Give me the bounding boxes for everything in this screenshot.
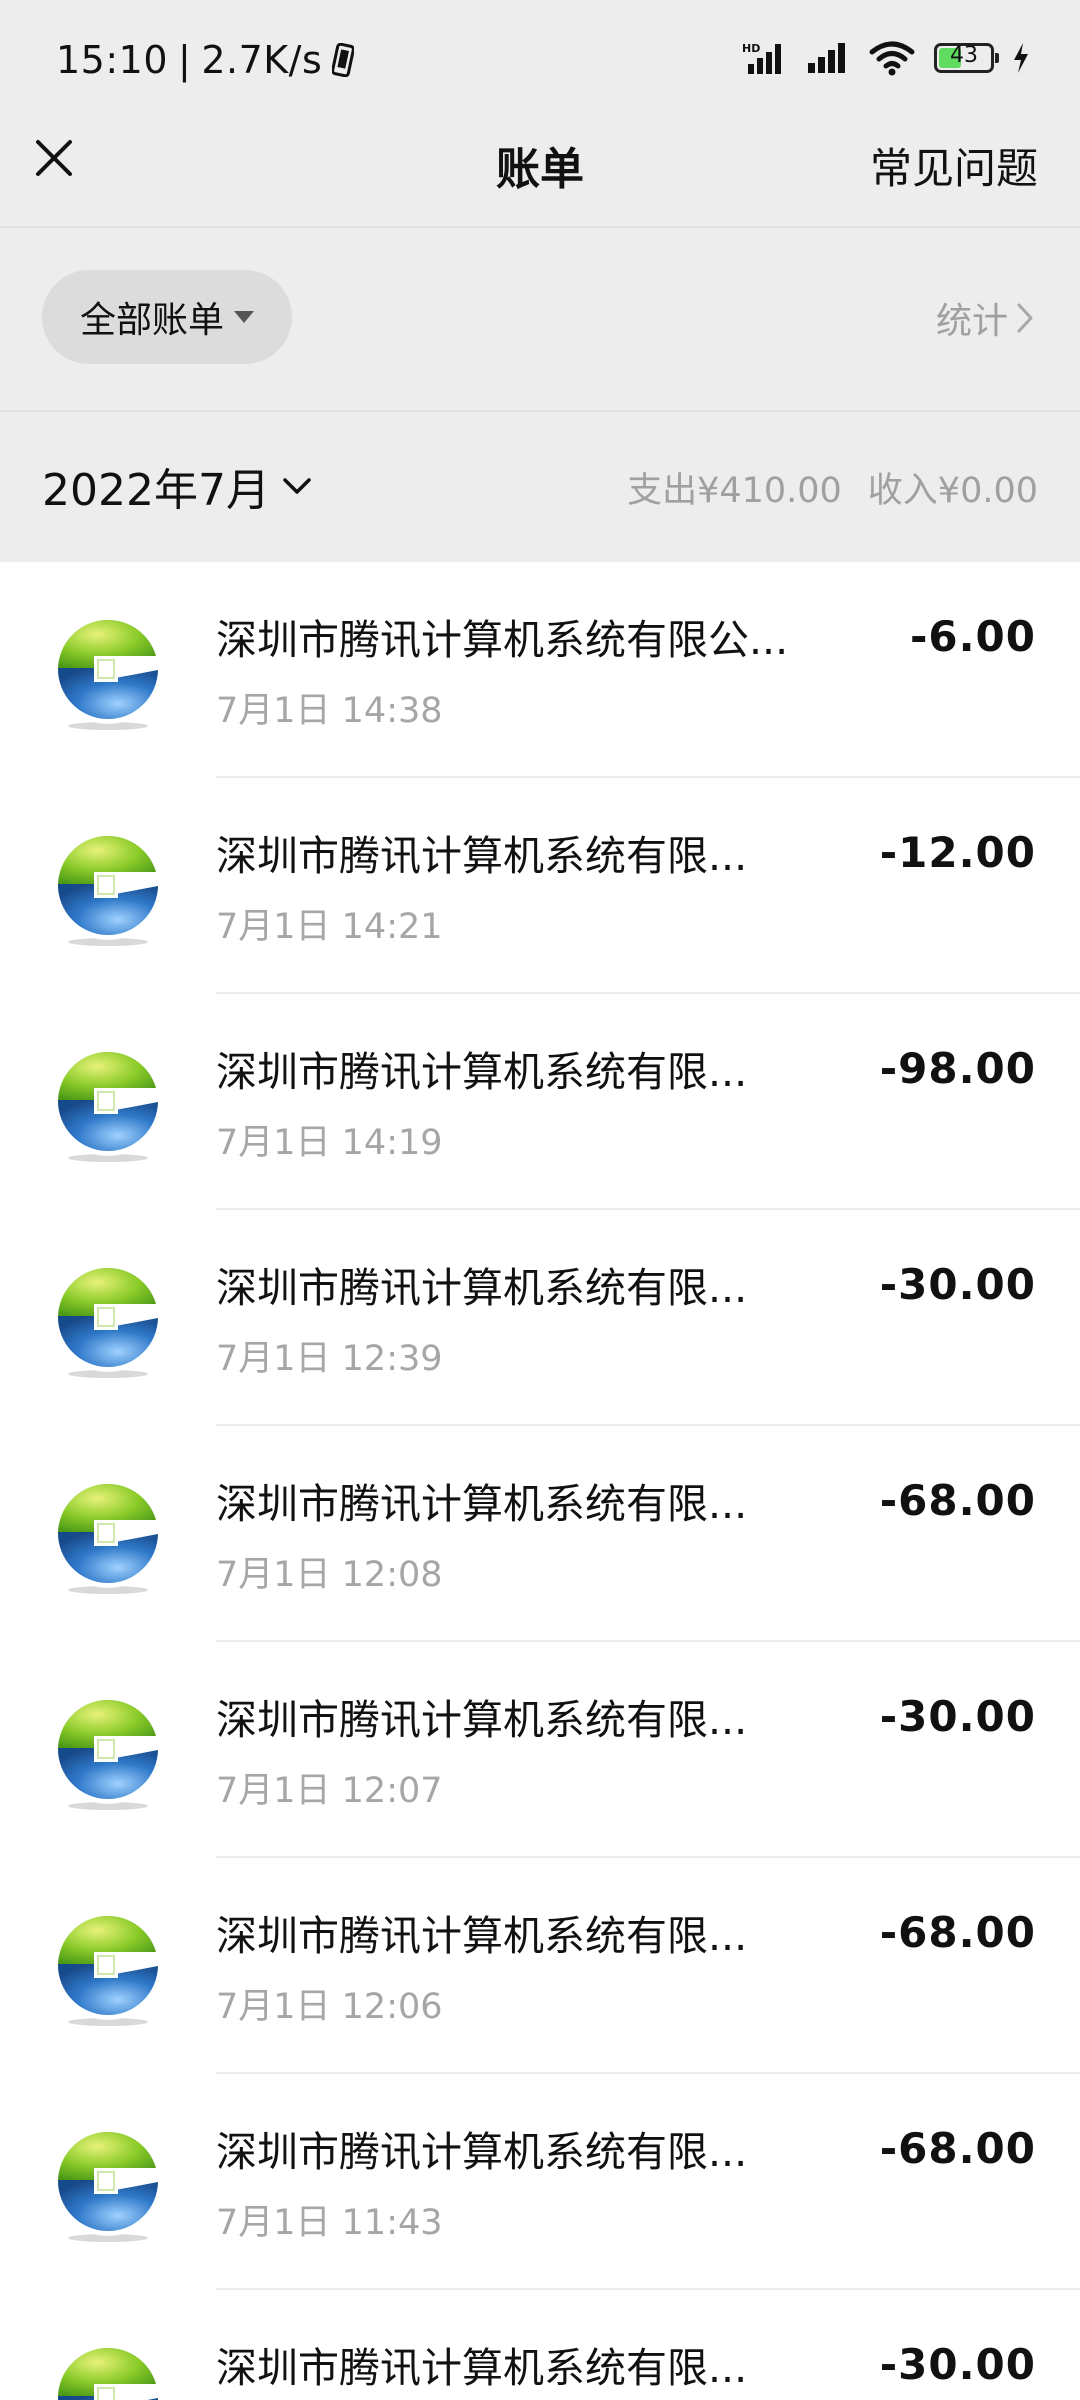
caret-down-icon bbox=[234, 311, 254, 323]
tenpay-logo-icon bbox=[52, 1476, 164, 1594]
wifi-icon bbox=[869, 41, 915, 76]
transaction-time: 7月1日 14:19 bbox=[216, 1123, 443, 1163]
transaction-merchant: 深圳市腾讯计算机系统有限... bbox=[216, 2344, 748, 2392]
status-left: 15:10 | 2.7K/s bbox=[56, 38, 355, 82]
cell-signal-icon bbox=[808, 43, 845, 73]
faq-link[interactable]: 常见问题 bbox=[870, 135, 1038, 196]
transaction-merchant: 深圳市腾讯计算机系统有限... bbox=[216, 1696, 748, 1744]
transaction-item[interactable]: 深圳市腾讯计算机系统有限... 7月1日 14:21 -12.00 bbox=[0, 778, 1080, 994]
tenpay-logo-icon bbox=[52, 2124, 164, 2242]
transaction-item[interactable]: 深圳市腾讯计算机系统有限公... 7月1日 14:38 -6.00 bbox=[0, 562, 1080, 778]
battery-level: 43 bbox=[950, 43, 978, 68]
transaction-merchant: 深圳市腾讯计算机系统有限... bbox=[216, 1480, 748, 1528]
tenpay-logo-icon bbox=[52, 2340, 164, 2400]
month-label: 2022年7月 bbox=[42, 465, 270, 516]
transaction-merchant: 深圳市腾讯计算机系统有限公... bbox=[216, 616, 789, 664]
transaction-time: 7月1日 12:08 bbox=[216, 1555, 443, 1595]
transaction-item[interactable]: 深圳市腾讯计算机系统有限... 7月1日 12:08 -68.00 bbox=[0, 1426, 1080, 1642]
network-speed: 2.7K/s bbox=[201, 38, 323, 82]
tenpay-logo-icon bbox=[52, 1044, 164, 1162]
transaction-amount: -68.00 bbox=[879, 2124, 1036, 2173]
status-time: 15:10 bbox=[56, 38, 169, 82]
transaction-time: 7月1日 14:38 bbox=[216, 691, 443, 731]
transaction-time: 7月1日 12:39 bbox=[216, 1339, 443, 1379]
tenpay-logo-icon bbox=[52, 1692, 164, 1810]
transaction-item[interactable]: 深圳市腾讯计算机系统有限... 7月1日 11:43 -68.00 bbox=[0, 2074, 1080, 2290]
bill-filter-dropdown[interactable]: 全部账单 bbox=[42, 270, 292, 364]
transaction-list: 深圳市腾讯计算机系统有限公... 7月1日 14:38 -6.00 深圳市腾讯计… bbox=[0, 562, 1080, 2400]
transaction-time: 7月1日 12:06 bbox=[216, 1987, 443, 2027]
bill-filter-label: 全部账单 bbox=[79, 300, 224, 341]
transaction-merchant: 深圳市腾讯计算机系统有限... bbox=[216, 2128, 748, 2176]
battery-icon: 43 bbox=[934, 43, 999, 73]
transaction-item[interactable]: 深圳市腾讯计算机系统有限... 7月1日 12:39 -30.00 bbox=[0, 1210, 1080, 1426]
tenpay-logo-icon bbox=[52, 1908, 164, 2026]
transaction-merchant: 深圳市腾讯计算机系统有限... bbox=[216, 1264, 748, 1312]
transaction-time: 7月1日 12:07 bbox=[216, 1771, 443, 1811]
chevron-right-icon bbox=[1017, 303, 1033, 333]
stats-link[interactable]: 统计 bbox=[936, 292, 1034, 344]
stats-label: 统计 bbox=[935, 301, 1008, 342]
transaction-item[interactable]: 深圳市腾讯计算机系统有限... 7月1日 12:07 -30.00 bbox=[0, 1642, 1080, 1858]
transaction-amount: -30.00 bbox=[879, 1260, 1036, 1309]
income-total: 收入¥0.00 bbox=[867, 471, 1038, 511]
transaction-amount: -98.00 bbox=[879, 1044, 1036, 1093]
transaction-amount: -30.00 bbox=[879, 1692, 1036, 1741]
bill-page: 15:10 | 2.7K/s HD 43 账单 常见问题 全部账单 统计 202… bbox=[0, 0, 1080, 2400]
tenpay-logo-icon bbox=[52, 828, 164, 946]
month-selector[interactable]: 2022年7月 bbox=[42, 454, 312, 518]
transaction-amount: -30.00 bbox=[879, 2340, 1036, 2389]
expense-total: 支出¥410.00 bbox=[627, 471, 842, 511]
svg-text:HD: HD bbox=[742, 42, 760, 55]
chevron-down-icon bbox=[283, 478, 311, 494]
status-separator: | bbox=[178, 38, 192, 82]
status-right: HD 43 bbox=[742, 40, 1030, 76]
tenpay-logo-icon bbox=[52, 1260, 164, 1378]
month-summary: 支出¥410.00 收入¥0.00 bbox=[627, 462, 1038, 513]
transaction-amount: -12.00 bbox=[879, 828, 1036, 877]
charging-icon bbox=[1014, 43, 1028, 73]
transaction-merchant: 深圳市腾讯计算机系统有限... bbox=[216, 1912, 748, 1960]
transaction-item[interactable]: 深圳市腾讯计算机系统有限... 7月1日 14:19 -98.00 bbox=[0, 994, 1080, 1210]
transaction-item[interactable]: 深圳市腾讯计算机系统有限... -30.00 bbox=[0, 2290, 1080, 2400]
hd-signal-icon: HD bbox=[742, 42, 781, 74]
transaction-merchant: 深圳市腾讯计算机系统有限... bbox=[216, 832, 748, 880]
transaction-amount: -6.00 bbox=[909, 612, 1036, 661]
transaction-amount: -68.00 bbox=[879, 1908, 1036, 1957]
phone-vibrate-icon bbox=[332, 43, 355, 77]
transaction-time: 7月1日 11:43 bbox=[216, 2203, 443, 2243]
transaction-merchant: 深圳市腾讯计算机系统有限... bbox=[216, 1048, 748, 1096]
transaction-item[interactable]: 深圳市腾讯计算机系统有限... 7月1日 12:06 -68.00 bbox=[0, 1858, 1080, 2074]
transaction-amount: -68.00 bbox=[879, 1476, 1036, 1525]
status-bar: 15:10 | 2.7K/s HD 43 bbox=[0, 0, 1080, 126]
tenpay-logo-icon bbox=[52, 612, 164, 730]
transaction-time: 7月1日 14:21 bbox=[216, 907, 443, 947]
